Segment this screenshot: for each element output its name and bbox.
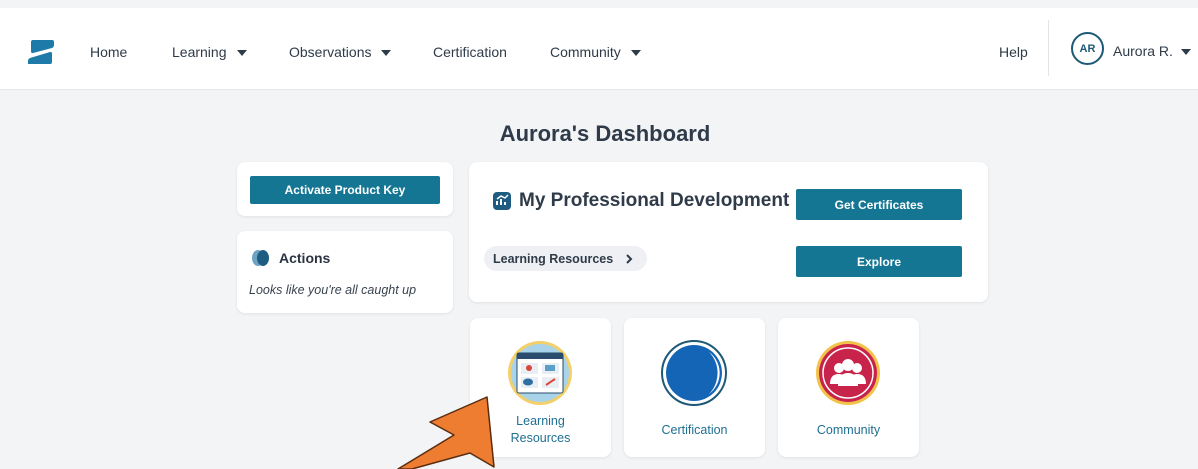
nav-help[interactable]: Help xyxy=(999,44,1028,60)
caret-down-icon xyxy=(1180,48,1191,55)
tile-certification[interactable]: Certification xyxy=(624,318,765,457)
nav-home-label: Home xyxy=(90,44,128,60)
nav-help-label: Help xyxy=(999,44,1028,60)
nav-observations-label: Observations xyxy=(289,44,372,60)
tile-community[interactable]: Community xyxy=(778,318,919,457)
nav-learning-label: Learning xyxy=(172,44,227,60)
learning-resources-link[interactable]: Learning Resources xyxy=(484,246,648,271)
user-name-label: Aurora R. xyxy=(1113,43,1173,59)
caret-down-icon xyxy=(630,49,641,56)
actions-title: Actions xyxy=(279,250,331,266)
learning-resources-link-label: Learning Resources xyxy=(493,251,614,266)
nav-community-label: Community xyxy=(550,44,621,60)
user-menu[interactable]: Aurora R. xyxy=(1113,43,1191,59)
chart-growth-icon xyxy=(493,192,511,210)
get-certificates-button[interactable]: Get Certificates xyxy=(796,189,962,220)
learning-resources-icon xyxy=(508,341,572,405)
pd-title: My Professional Development xyxy=(519,190,790,211)
actions-card: Actions Looks like you're all caught up xyxy=(237,231,453,313)
top-nav-bar: Home Learning Observations Certification… xyxy=(0,8,1198,90)
brand-logo-icon[interactable] xyxy=(28,40,54,64)
pd-header: My Professional Development xyxy=(493,190,789,212)
nav-observations[interactable]: Observations xyxy=(289,44,392,60)
actions-status-message: Looks like you're all caught up xyxy=(249,283,417,297)
nav-learning[interactable]: Learning xyxy=(172,44,247,60)
user-initials: AR xyxy=(1079,42,1096,55)
user-avatar[interactable]: AR xyxy=(1071,32,1104,65)
nav-certification-label: Certification xyxy=(433,44,507,60)
certification-icon xyxy=(661,340,727,406)
tile-certification-label: Certification xyxy=(661,423,728,437)
community-people-icon xyxy=(816,341,880,405)
caret-down-icon xyxy=(236,49,247,56)
nav-home[interactable]: Home xyxy=(90,44,127,60)
caret-down-icon xyxy=(381,49,392,56)
professional-development-card: My Professional Development Get Certific… xyxy=(469,162,988,302)
activate-card: Activate Product Key xyxy=(237,162,453,216)
page-title: Aurora's Dashboard xyxy=(499,121,711,146)
tile-community-label: Community xyxy=(816,423,881,437)
pointer-arrow-icon xyxy=(397,396,495,469)
nav-divider xyxy=(1048,20,1049,76)
actions-header: Actions xyxy=(251,249,330,267)
chevron-right-icon xyxy=(626,253,633,264)
nav-community[interactable]: Community xyxy=(550,44,641,60)
activate-product-key-button[interactable]: Activate Product Key xyxy=(250,176,440,204)
actions-stack-icon xyxy=(252,250,269,266)
explore-button[interactable]: Explore xyxy=(796,246,962,277)
nav-certification[interactable]: Certification xyxy=(433,44,507,60)
